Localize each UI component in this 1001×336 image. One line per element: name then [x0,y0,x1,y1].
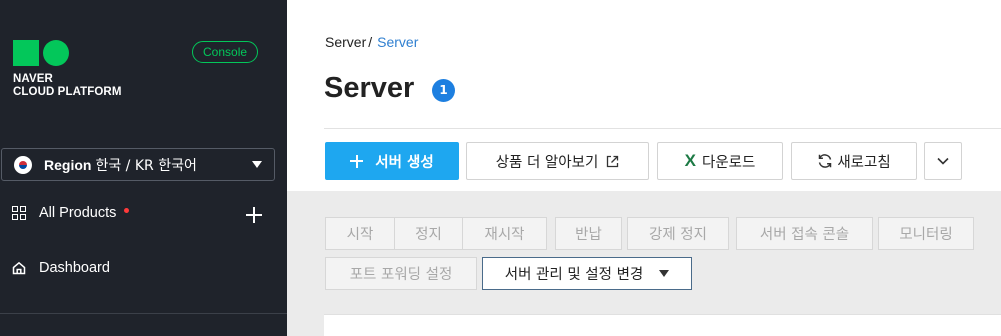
excel-icon: X [684,151,696,170]
region-selector[interactable]: Region 한국 / KR 한국어 [1,148,275,181]
notification-dot [124,208,129,213]
home-icon [12,261,26,275]
region-value: 한국 / KR 한국어 [95,157,197,174]
breadcrumb-root[interactable]: Server [325,34,366,50]
restart-button[interactable]: 재시작 [462,217,547,250]
breadcrumb: Server / Server [325,34,418,50]
external-link-icon [607,155,619,167]
brand-name: NAVER CLOUD PLATFORM [13,73,122,99]
naver-cloud-logo[interactable] [13,40,73,66]
server-list-card [324,314,1001,336]
action-panel: 시작 정지 재시작 반납 강제 정지 서버 접속 콘솔 모니터링 포트 포워딩 … [287,191,1001,336]
refresh-button[interactable]: 새로고침 [791,142,917,180]
server-manage-label: 서버 관리 및 설정 변경 [504,267,644,283]
monitoring-button[interactable]: 모니터링 [878,217,974,250]
caret-down-icon [252,161,262,168]
start-button[interactable]: 시작 [325,217,395,250]
server-console-button[interactable]: 서버 접속 콘솔 [736,217,873,250]
plus-icon [350,154,364,168]
sidebar-item-label: Dashboard [39,260,110,276]
main-content: Server / Server Server 1 서버 생성 상품 더 알아보기 X… [287,0,1001,336]
chevron-down-icon [937,157,949,165]
breadcrumb-separator: / [368,34,373,50]
toolbar-divider [324,128,1001,129]
learn-more-button[interactable]: 상품 더 알아보기 [466,142,649,180]
caret-down-icon [659,270,670,277]
sidebar-item-all-products[interactable]: All Products [12,205,116,221]
create-server-button[interactable]: 서버 생성 [325,142,459,180]
refresh-icon [819,154,832,168]
page-title: Server [324,72,415,104]
logo-mark [13,40,73,66]
create-server-label: 서버 생성 [375,154,434,171]
korea-flag-icon [14,155,32,174]
refresh-label: 새로고침 [837,154,891,171]
sidebar: NAVER CLOUD PLATFORM Console Region 한국 /… [0,0,287,336]
brand-line-1: NAVER [13,73,53,85]
sidebar-item-label: All Products [39,205,117,221]
count-badge: 1 [432,79,455,102]
console-badge[interactable]: Console [192,41,259,63]
plus-icon[interactable] [245,206,263,224]
brand-line-2: CLOUD PLATFORM [13,86,122,98]
breadcrumb-current[interactable]: Server [377,34,418,50]
download-button[interactable]: X 다운로드 [657,142,783,180]
stop-button[interactable]: 정지 [394,217,463,250]
sidebar-divider [0,313,287,314]
region-label: Region [44,156,92,173]
return-button[interactable]: 반납 [555,217,622,250]
more-options-button[interactable] [924,142,962,180]
learn-more-label: 상품 더 알아보기 [495,154,599,171]
server-manage-dropdown[interactable]: 서버 관리 및 설정 변경 [482,257,692,290]
download-label: 다운로드 [701,154,756,171]
port-forwarding-button[interactable]: 포트 포워딩 설정 [325,257,477,290]
grid-icon [12,206,26,220]
force-stop-button[interactable]: 강제 정지 [627,217,729,250]
sidebar-item-dashboard[interactable]: Dashboard [12,260,110,276]
